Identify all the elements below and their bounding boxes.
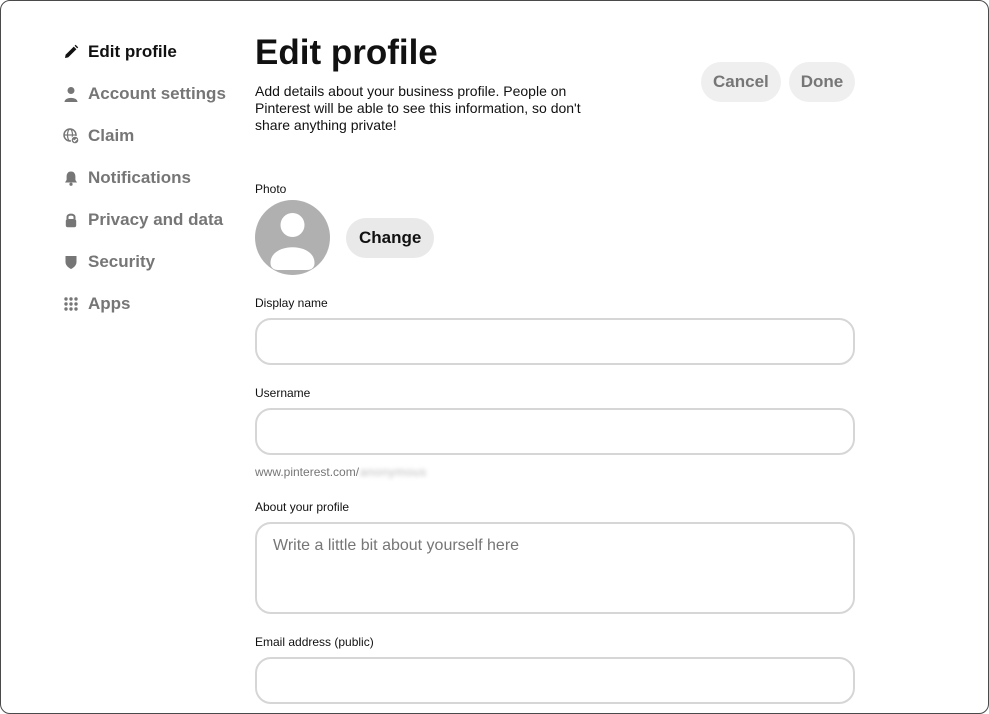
email-input[interactable] — [255, 657, 855, 704]
done-button[interactable]: Done — [788, 62, 856, 102]
sidebar-item-apps[interactable]: Apps — [61, 283, 241, 325]
globe-check-icon — [61, 126, 81, 146]
avatar — [255, 200, 330, 275]
page-title: Edit profile — [255, 33, 438, 72]
sidebar-item-account-settings[interactable]: Account settings — [61, 73, 241, 115]
display-name-label: Display name — [255, 296, 328, 310]
sidebar-item-edit-profile[interactable]: Edit profile — [61, 31, 241, 73]
person-icon — [61, 84, 81, 104]
sidebar-item-label: Security — [88, 252, 156, 271]
shield-icon — [61, 252, 81, 272]
sidebar-item-label: Claim — [88, 126, 135, 145]
sidebar-item-label: Edit profile — [88, 42, 177, 61]
cancel-button[interactable]: Cancel — [701, 62, 781, 102]
sidebar-item-label: Privacy and data — [88, 210, 224, 229]
email-label: Email address (public) — [255, 635, 374, 649]
page-subtitle: Add details about your business profile.… — [255, 83, 581, 133]
app-window: Edit profile Account settings Claim Noti… — [0, 0, 989, 714]
about-label: About your profile — [255, 500, 350, 514]
about-textarea[interactable] — [255, 522, 855, 614]
sidebar-item-label: Apps — [88, 294, 131, 313]
sidebar-item-security[interactable]: Security — [61, 241, 241, 283]
grid-icon — [61, 294, 81, 314]
sidebar-item-label: Account settings — [88, 84, 226, 103]
username-label: Username — [255, 386, 311, 400]
profile-url-prefix: www.pinterest.com/ — [255, 465, 360, 479]
profile-url-hint: www.pinterest.com/anonymous — [255, 465, 427, 479]
photo-label: Photo — [255, 182, 287, 196]
default-avatar-icon — [270, 213, 315, 270]
sidebar-item-privacy-and-data[interactable]: Privacy and data — [61, 199, 241, 241]
sidebar-item-claim[interactable]: Claim — [61, 115, 241, 157]
profile-url-username-blurred: anonymous — [360, 465, 427, 479]
username-input[interactable] — [255, 408, 855, 455]
lock-icon — [61, 210, 81, 230]
change-photo-button[interactable]: Change — [346, 218, 435, 258]
header-actions: Cancel Done — [701, 62, 856, 102]
bell-icon — [61, 168, 81, 188]
sidebar-item-notifications[interactable]: Notifications — [61, 157, 241, 199]
pencil-icon — [61, 42, 81, 62]
sidebar-item-label: Notifications — [88, 168, 191, 187]
display-name-input[interactable] — [255, 318, 855, 365]
settings-sidebar: Edit profile Account settings Claim Noti… — [61, 31, 241, 325]
